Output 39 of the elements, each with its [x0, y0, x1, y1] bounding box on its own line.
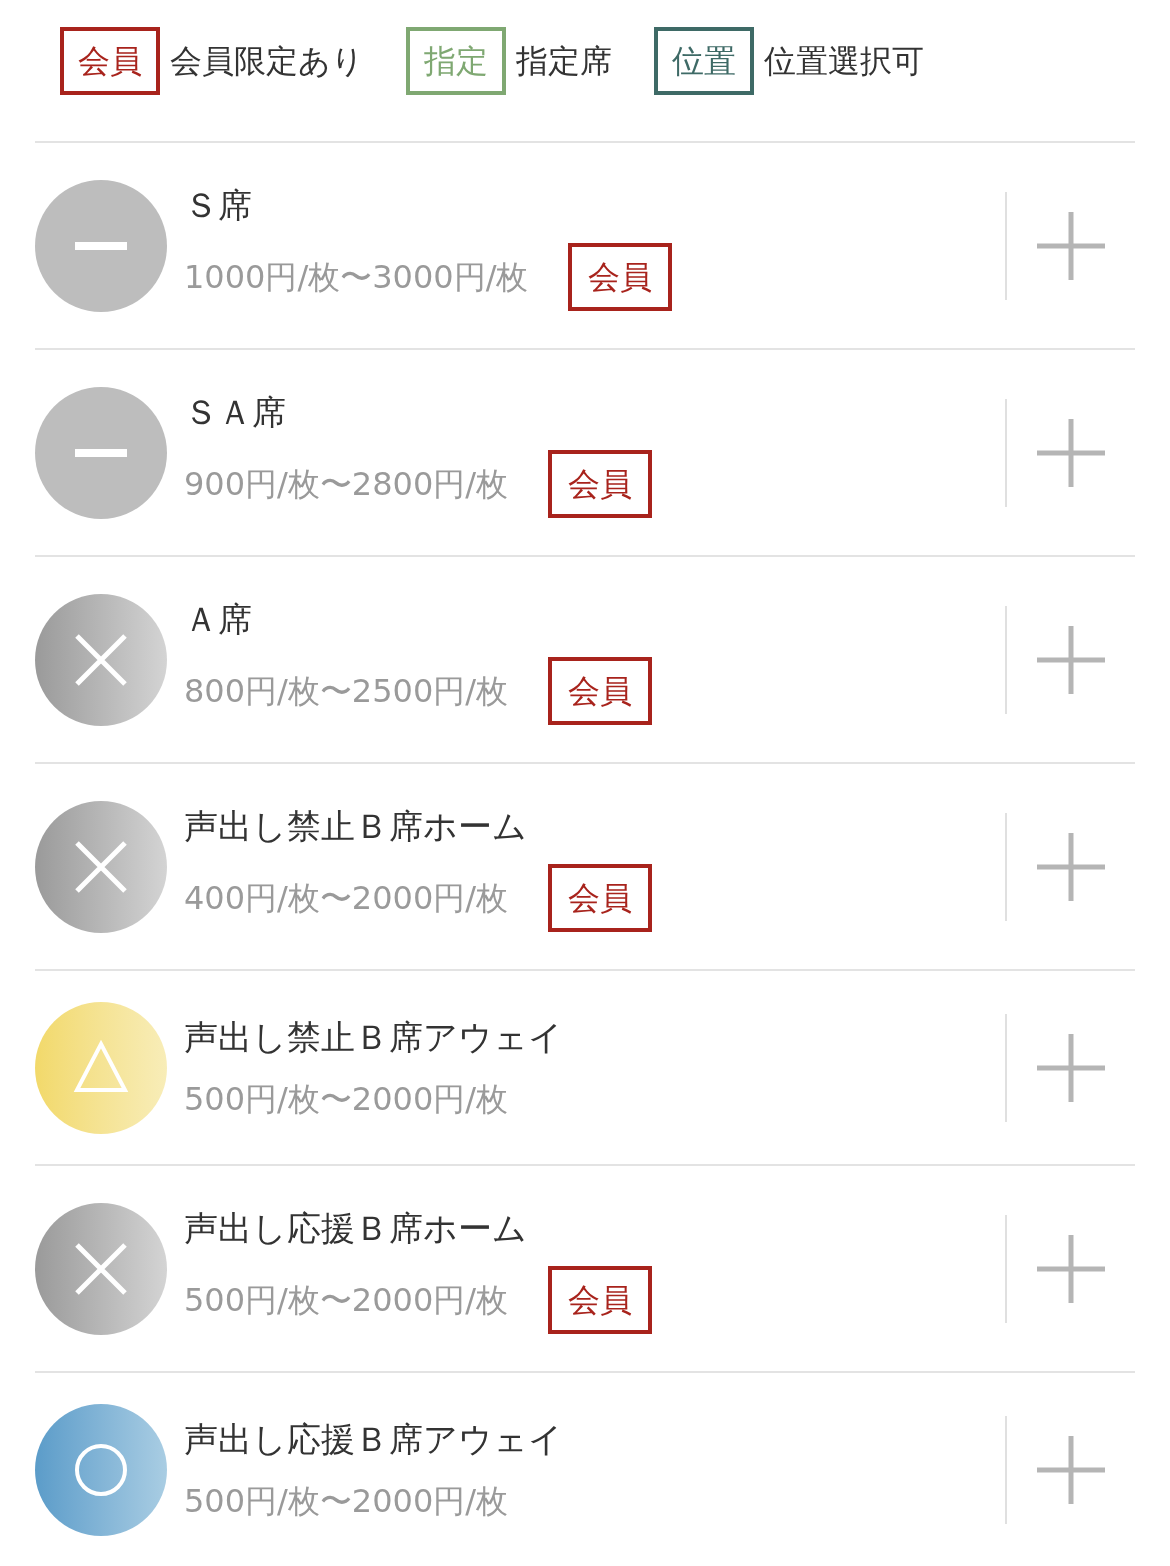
add-button[interactable]	[1036, 210, 1106, 281]
member-badge: 会員	[568, 243, 673, 311]
plus-icon	[1037, 1234, 1105, 1303]
seat-price: 500円/枚〜2000円/枚	[184, 1079, 509, 1120]
seat-price: 900円/枚〜2800円/枚	[184, 464, 509, 505]
seat-name: 声出し応援Ｂ席ホーム	[184, 1207, 528, 1250]
seat-name: 声出し応援Ｂ席アウェイ	[184, 1418, 564, 1461]
add-button[interactable]	[1036, 831, 1106, 902]
add-button[interactable]	[1036, 1032, 1106, 1103]
legend-badge: 位置	[654, 26, 754, 95]
seat-price: 1000円/枚〜3000円/枚	[184, 257, 529, 298]
seat-name: ＳＡ席	[184, 391, 287, 434]
plus-icon	[1037, 1033, 1105, 1102]
seat-name: Ｓ席	[184, 184, 253, 227]
legend-badge: 会員	[60, 26, 160, 95]
plus-icon	[1037, 418, 1105, 487]
seat-name: 声出し禁止Ｂ席ホーム	[184, 805, 528, 848]
seat-price: 500円/枚〜2000円/枚	[184, 1280, 509, 1321]
legend-label: 位置選択可	[764, 40, 924, 82]
seat-name: 声出し禁止Ｂ席アウェイ	[184, 1016, 564, 1059]
member-badge: 会員	[548, 864, 653, 932]
legend-badge: 指定	[406, 26, 506, 95]
legend-label: 指定席	[516, 40, 612, 82]
seat-price: 800円/枚〜2500円/枚	[184, 671, 509, 712]
plus-icon	[1037, 832, 1105, 901]
seat-name: Ａ席	[184, 598, 253, 641]
plus-icon	[1037, 1435, 1105, 1504]
member-badge: 会員	[548, 1266, 653, 1334]
plus-icon	[1037, 625, 1105, 694]
add-button[interactable]	[1036, 1434, 1106, 1505]
add-button[interactable]	[1036, 417, 1106, 488]
legend-label: 会員限定あり	[170, 40, 364, 82]
seat-price: 500円/枚〜2000円/枚	[184, 1481, 509, 1522]
plus-icon	[1037, 211, 1105, 280]
member-badge: 会員	[548, 657, 653, 725]
add-button[interactable]	[1036, 1233, 1106, 1304]
seat-price: 400円/枚〜2000円/枚	[184, 878, 509, 919]
add-button[interactable]	[1036, 624, 1106, 695]
member-badge: 会員	[548, 450, 653, 518]
